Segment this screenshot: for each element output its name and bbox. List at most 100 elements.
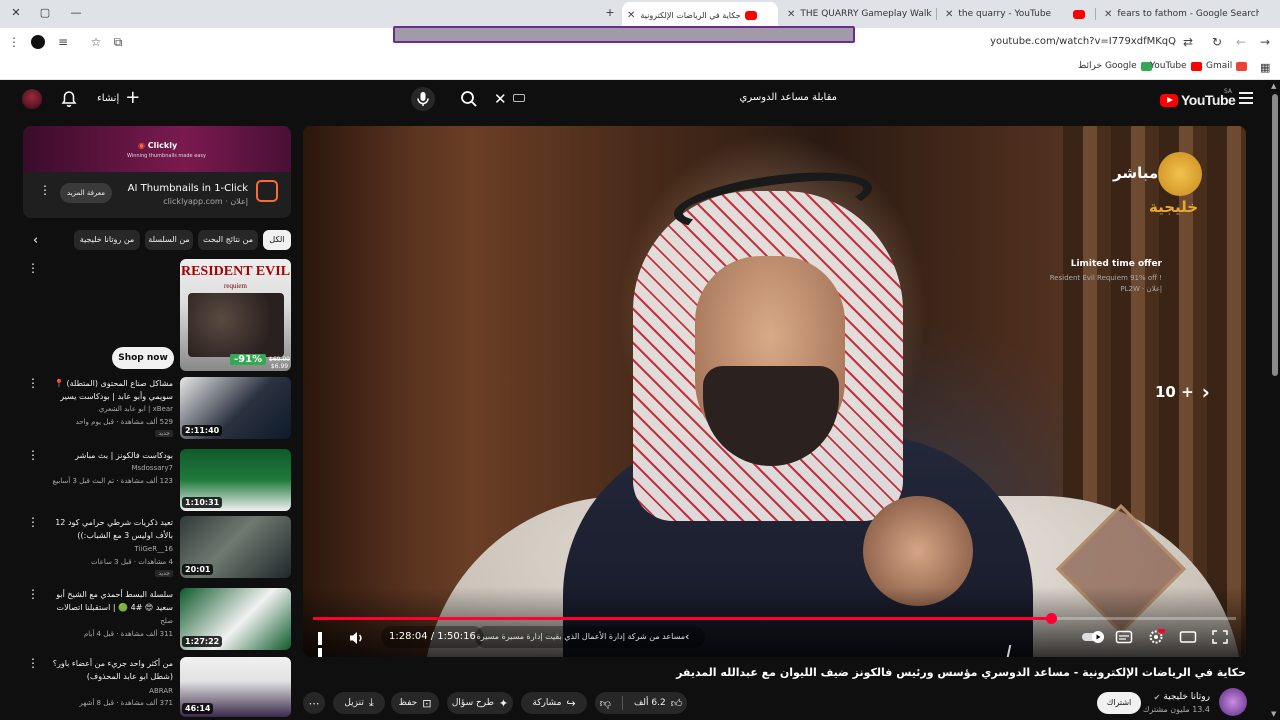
download-button[interactable]: ⤓ تنزيل xyxy=(333,692,385,714)
video-menu-icon[interactable]: ⋮ xyxy=(27,377,39,389)
fullscreen-icon[interactable] xyxy=(1211,629,1229,645)
time-display: 1:28:04 / 1:50:16 xyxy=(381,626,484,648)
voice-search-icon[interactable] xyxy=(411,87,435,111)
volume-icon[interactable] xyxy=(349,631,365,645)
channel-avatar[interactable] xyxy=(1219,688,1247,716)
channel-name[interactable]: روتانا خليجية ✔ xyxy=(1154,692,1210,702)
more-actions-button[interactable]: ⋯ xyxy=(303,692,325,714)
like-count[interactable]: 6.2 ألف xyxy=(634,698,666,708)
save-button[interactable]: ⊡ حفظ xyxy=(391,692,439,714)
shop-now-button[interactable]: Shop now xyxy=(112,347,174,369)
learn-more-button[interactable]: معرفة المزيد xyxy=(60,183,112,203)
list-item[interactable]: 2:11:40 مشاكل صناع المحتوى (المتطلة) 📍 س… xyxy=(23,377,291,439)
site-settings-icon[interactable]: ⇄ xyxy=(1180,34,1196,50)
create-button[interactable]: + إنشاء xyxy=(97,89,140,107)
tab-active-video[interactable]: ✕ حكاية في الرياضات الإلكترونية xyxy=(622,2,778,28)
list-item[interactable]: 1:10:31 بودكاست فالكونز | بث مباشر Msdos… xyxy=(23,449,291,511)
sponsored-ad-card[interactable]: ◉ Clickly Winning thumbnails made easy A… xyxy=(23,126,291,218)
settings-gear-icon[interactable] xyxy=(1147,629,1165,645)
video-thumbnail[interactable]: 1:10:31 xyxy=(180,449,291,511)
chevron-right-icon: › xyxy=(1201,380,1210,404)
account-avatar[interactable] xyxy=(22,89,42,109)
bookmark-star-icon[interactable]: ☆ xyxy=(88,34,104,50)
subtitles-icon[interactable] xyxy=(1115,629,1133,645)
forward-icon[interactable]: ← xyxy=(1233,34,1249,50)
chevron-left-icon[interactable]: ‹ xyxy=(33,233,38,248)
tab-close-icon[interactable]: ✕ xyxy=(945,9,953,20)
page-scrollbar[interactable]: ▲ ▼ xyxy=(1270,80,1280,720)
ad-title[interactable]: AI Thumbnails in 1-Click xyxy=(128,183,248,194)
chip-all[interactable]: الكل xyxy=(263,230,291,250)
chip-channel[interactable]: من روتانا خليجية xyxy=(74,230,140,250)
tab-close-icon[interactable]: ✕ xyxy=(627,10,635,21)
youtube-logo[interactable]: YouTube SA xyxy=(1160,88,1236,108)
video-thumbnail[interactable]: 2:11:40 xyxy=(180,377,291,439)
reload-icon[interactable]: ↻ xyxy=(1209,34,1225,50)
download-icon: ⤓ xyxy=(368,696,374,709)
scroll-up-icon[interactable]: ▲ xyxy=(1271,82,1276,90)
cast-icon[interactable]: ⧉ xyxy=(110,34,126,50)
tab-close-icon[interactable]: ✕ xyxy=(787,9,795,20)
omnibox-highlight[interactable] xyxy=(393,26,855,43)
advertiser-logo xyxy=(256,180,278,202)
ad-meta: إعلان · clicklyapp.com xyxy=(163,197,248,206)
close-window-icon[interactable]: ✕ xyxy=(8,5,24,21)
keyboard-icon[interactable] xyxy=(513,94,525,102)
ask-button[interactable]: ✦ طرح سؤال xyxy=(447,692,513,714)
clear-search-icon[interactable]: ✕ xyxy=(494,90,507,108)
verified-icon: ✔ xyxy=(1153,692,1161,702)
thumbs-down-icon[interactable]: 👎︎ xyxy=(600,697,611,710)
scrollbar-thumb[interactable] xyxy=(1272,94,1278,376)
tab-the-quarry[interactable]: ✕ the quarry - YouTube xyxy=(940,3,1092,25)
promo-thumbnail[interactable]: RESIDENT EVIL requiem -91% $69.99 $6.99 xyxy=(180,259,291,371)
hamburger-menu-icon[interactable] xyxy=(1239,92,1253,104)
tab-google-search[interactable]: ✕ fears to fathom - Google Search xyxy=(1099,3,1259,25)
subscribe-button[interactable]: اشتراك xyxy=(1097,692,1141,714)
video-menu-icon[interactable]: ⋮ xyxy=(27,657,39,669)
kebab-menu-icon[interactable]: ⋮ xyxy=(6,34,22,50)
bookmark-gmail[interactable]: Gmail xyxy=(1206,61,1248,71)
pause-icon[interactable] xyxy=(318,632,330,657)
bookmark-maps[interactable]: خرائط Google xyxy=(1078,61,1152,71)
tab-quarry-walkthrough[interactable]: ✕ THE QUARRY Gameplay Walkth xyxy=(782,3,932,25)
chip-search-results[interactable]: من نتائج البحث xyxy=(198,230,258,250)
ad-menu-icon[interactable]: ⋮ xyxy=(39,184,51,196)
apps-grid-icon[interactable]: ▦ xyxy=(1260,61,1270,74)
promo-menu-icon[interactable]: ⋮ xyxy=(27,262,39,274)
youtube-icon xyxy=(1073,9,1086,19)
video-thumbnail[interactable]: 46:14 xyxy=(180,657,291,717)
list-item[interactable]: 46:14 من أكثر واحد جريء من أعضاء باور؟ (… xyxy=(23,657,291,719)
share-button[interactable]: ↪ مشاركة xyxy=(521,692,587,714)
media-controls-icon[interactable]: ≡ xyxy=(55,34,71,50)
progress-bar[interactable] xyxy=(313,613,1236,624)
video-thumbnail[interactable]: 20:01 xyxy=(180,516,291,578)
restore-window-icon[interactable]: ▢ xyxy=(37,5,53,21)
autoplay-toggle[interactable] xyxy=(1081,629,1107,645)
bookmark-youtube[interactable]: YouTube xyxy=(1150,61,1202,71)
list-item[interactable]: 20:01 تعيد ذكريات شرطي حرامي كود 12 بالأ… xyxy=(23,516,291,578)
back-icon[interactable]: → xyxy=(1257,34,1273,50)
new-tab-icon[interactable]: + xyxy=(602,5,618,21)
more-horizontal-icon: ⋯ xyxy=(308,696,320,710)
notifications-bell-icon[interactable] xyxy=(61,90,77,108)
search-icon[interactable] xyxy=(459,89,479,109)
address-bar-url[interactable]: youtube.com/watch?v=I779xdfMKqQ xyxy=(990,36,1176,47)
chapter-title-button[interactable]: مساعد من شركة إدارة الأعمال الذي بقيت إد… xyxy=(475,626,705,648)
video-thumbnail[interactable]: 1:27:22 xyxy=(180,588,291,650)
theater-mode-icon[interactable] xyxy=(1179,629,1197,645)
video-menu-icon[interactable]: ⋮ xyxy=(27,449,39,461)
video-menu-icon[interactable]: ⋮ xyxy=(27,516,39,528)
video-menu-icon[interactable]: ⋮ xyxy=(27,588,39,600)
search-input[interactable]: مقابلة مساعد الدوسري xyxy=(509,86,849,112)
list-item[interactable]: 1:27:22 سلسلة البسط أحمدي مع الشيخ أبو س… xyxy=(23,588,291,650)
channel-watermark: خليجية xyxy=(1149,198,1199,216)
tab-close-icon[interactable]: ✕ xyxy=(1104,9,1112,20)
promo-title[interactable]: Limited time offer xyxy=(1071,259,1162,269)
thumbs-up-icon[interactable]: 👍︎ xyxy=(671,697,683,710)
chip-series[interactable]: من السلسلة xyxy=(145,230,193,250)
profile-avatar[interactable] xyxy=(31,35,45,49)
scroll-down-icon[interactable]: ▼ xyxy=(1271,710,1276,718)
minimize-window-icon[interactable]: — xyxy=(68,5,84,21)
seek-forward-button[interactable]: 10 + › xyxy=(1155,380,1210,404)
video-player[interactable]: مباشر خليجية 10 + › 1:28:04 / 1:50:16 مس… xyxy=(303,126,1246,657)
